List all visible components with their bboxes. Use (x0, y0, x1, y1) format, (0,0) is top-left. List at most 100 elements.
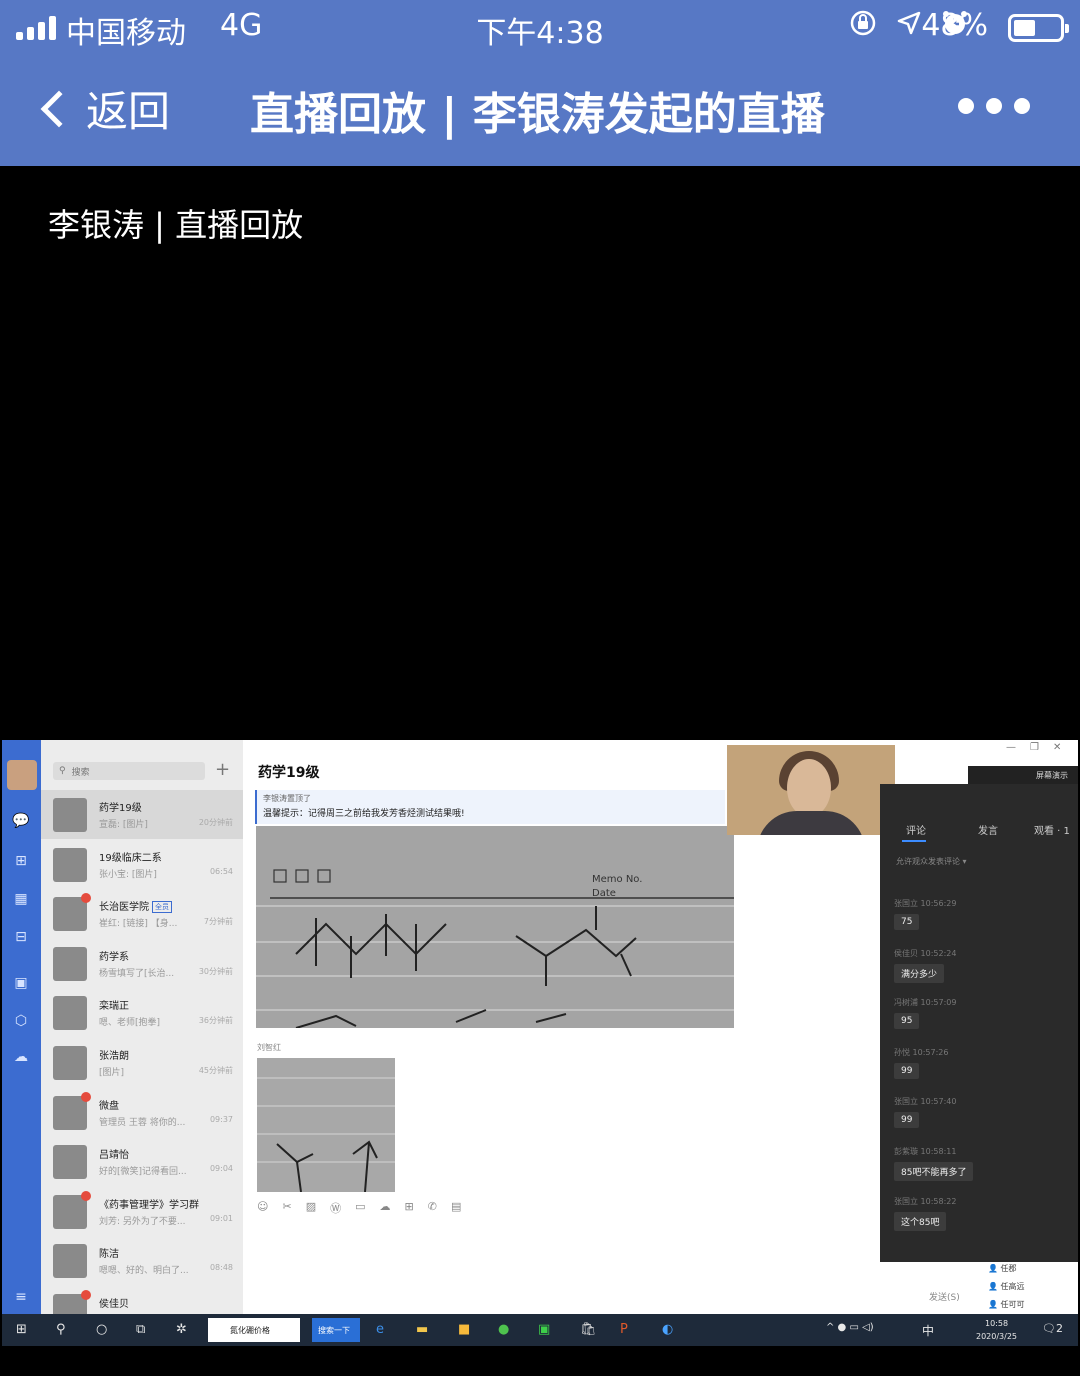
avatar[interactable] (7, 760, 37, 790)
comment-bubble: 满分多少 (894, 963, 945, 983)
tray-icons[interactable]: ^ ● ▭ ◁) (826, 1322, 874, 1333)
apps-icon[interactable]: ⊟ (11, 928, 31, 946)
pinned-by: 李银涛置顶了 (263, 794, 311, 803)
location-icon (894, 8, 924, 38)
search-input[interactable]: ⚲ 搜索 (53, 762, 205, 780)
folder-icon[interactable]: ▭ (355, 1200, 365, 1216)
conversation-item[interactable]: 长治医学院 全员 崔红: [链接] 【身... 7分钟前 (41, 889, 243, 938)
unread-badge (81, 1290, 91, 1300)
search-icon[interactable]: ⚲ (56, 1322, 66, 1337)
notification-icon[interactable]: 🗨2 (1042, 1322, 1063, 1335)
wework-icon[interactable]: ◐ (662, 1322, 673, 1337)
conversation-item[interactable]: 吕靖怡 好的[微笑]记得看回... 09:04 (41, 1137, 243, 1186)
org-chart-icon[interactable]: ⊞ (11, 852, 31, 870)
conversation-time: 36分钟前 (198, 1016, 233, 1026)
word-icon[interactable]: Ⓦ (330, 1200, 341, 1216)
conversation-item[interactable]: 栾瑞正 嗯、老师[抱拳] 36分钟前 (41, 988, 243, 1037)
conversation-name: 侯佳贝 (99, 1299, 129, 1310)
cloud-upload-icon[interactable]: ☁ (380, 1200, 391, 1216)
conversation-item[interactable]: 张浩朗 [图片] 45分钟前 (41, 1038, 243, 1087)
conversation-time: 7分钟前 (203, 917, 233, 927)
phone-icon[interactable]: ✆ (428, 1200, 437, 1216)
cortana-icon[interactable]: ○ (96, 1322, 107, 1337)
close-icon[interactable]: ✕ (1053, 742, 1061, 753)
windows-start-icon[interactable]: ⊞ (16, 1322, 27, 1337)
conversation-item[interactable]: 19级临床二系 张小宝: [图片] 06:54 (41, 840, 243, 889)
send-button[interactable]: 发送(S) (929, 1290, 960, 1303)
message-icon[interactable]: 💬 (11, 812, 31, 830)
comment-item: 张国立 10:56:29 75 (894, 898, 1074, 930)
calendar-icon[interactable]: ▦ (11, 890, 31, 908)
windows-taskbar: ⊞ ⚲ ○ ⧉ ✲ 氮化硼价格 搜索一下 e ▬ ■ ● ▣ 🛍 P ◐ ^ ●… (2, 1314, 1078, 1346)
store-icon[interactable]: 🛍 (580, 1322, 597, 1337)
taskbar-search-box[interactable]: 氮化硼价格 (208, 1318, 300, 1342)
back-button[interactable]: 返回 (36, 78, 170, 139)
image-icon[interactable]: ▨ (306, 1200, 316, 1216)
taskbar-search-text: 氮化硼价格 (230, 1326, 270, 1335)
taskbar-search-button-label: 搜索一下 (318, 1326, 350, 1335)
more-icon[interactable] (958, 98, 1030, 114)
comment-meta: 张国立 10:57:40 (894, 1097, 957, 1107)
shared-screen[interactable]: 💬 ⊞ ▦ ⊟ ▣ ⬡ ☁ ≡ ⚲ 搜索 + 药学19级 宣磊: [图片] 20分钟… (2, 740, 1078, 1346)
conversation-preview: 刘芳: 另外为了不要... (99, 1216, 186, 1227)
chat-image-notebook[interactable]: Memo No. Date (256, 826, 734, 1028)
battery-percent: 48% (921, 8, 988, 43)
menu-icon[interactable]: ≡ (11, 1288, 31, 1306)
live-icon[interactable]: ▤ (451, 1200, 461, 1216)
tab-comments[interactable]: 评论 (906, 822, 926, 837)
add-icon[interactable]: + (215, 759, 230, 780)
taskbar-clock[interactable]: 10:58 2020/3/25 (976, 1317, 1017, 1343)
browser-icon[interactable]: ● (498, 1322, 509, 1337)
conversation-name: 药学19级 (99, 803, 142, 814)
screen-share-bar[interactable]: 屏幕演示 (968, 766, 1078, 784)
conversation-item[interactable]: 药学19级 宣磊: [图片] 20分钟前 (41, 790, 243, 839)
app-icon[interactable]: ■ (458, 1322, 470, 1337)
task-view-icon[interactable]: ⧉ (136, 1322, 145, 1337)
minimize-icon[interactable]: — (1006, 742, 1016, 753)
window-controls: — ❐ ✕ (1006, 742, 1061, 753)
conversation-item[interactable]: 陈洁 嗯嗯、好的、明白了... 08:48 (41, 1236, 243, 1285)
pinned-message[interactable]: 李银涛置顶了 温馨提示：记得周三之前给我发芳香烃测试结果哦! (255, 790, 725, 824)
comment-meta: 冯树浦 10:57:09 (894, 998, 957, 1008)
taskbar-search-button[interactable]: 搜索一下 (312, 1318, 360, 1342)
back-label: 返回 (86, 87, 171, 136)
conversation-name: 长治医学院 全员 (99, 898, 172, 914)
comment-meta: 侯佳贝 10:52:24 (894, 948, 957, 958)
app-pinwheel-icon[interactable]: ✲ (176, 1322, 187, 1337)
cube-icon[interactable]: ⬡ (11, 1012, 31, 1030)
file-explorer-icon[interactable]: ▬ (416, 1322, 428, 1337)
comment-meta: 张国立 10:56:29 (894, 899, 957, 908)
tab-viewers[interactable]: 观看 · 1 (1034, 822, 1070, 837)
avatar (53, 798, 87, 832)
emoji-icon[interactable]: ☺ (257, 1200, 268, 1216)
scissors-icon[interactable]: ✂ (282, 1200, 291, 1216)
restore-icon[interactable]: ❐ (1030, 742, 1039, 753)
conversation-time: 09:37 (209, 1114, 233, 1124)
cloud-icon[interactable]: ☁ (11, 1048, 31, 1066)
apps-icon[interactable]: ⊞ (405, 1200, 414, 1216)
conversation-name: 药学系 (99, 951, 129, 963)
conversation-item[interactable]: 侯佳贝 (41, 1286, 243, 1314)
conversation-preview: 好的[微笑]记得看回... (99, 1167, 187, 1178)
comment-bubble: 99 (894, 1112, 920, 1129)
conversation-name: 张浩朗 (99, 1051, 129, 1062)
powerpoint-icon[interactable]: P (620, 1322, 628, 1337)
conversation-item[interactable]: 《药事管理学》学习群 刘芳: 另外为了不要... 09:01 (41, 1187, 243, 1236)
chat-image-lined-paper[interactable] (257, 1058, 395, 1192)
document-icon[interactable]: ▣ (11, 974, 31, 992)
tab-speak[interactable]: 发言 (978, 822, 998, 837)
iqiyi-icon[interactable]: ▣ (538, 1322, 550, 1337)
conversation-item[interactable]: 微盘 管理员 王蓉 将你的... 09:37 (41, 1088, 243, 1137)
edge-icon[interactable]: e (376, 1322, 384, 1337)
conversation-preview: 嗯嗯、好的、明白了... (99, 1266, 189, 1277)
comment-bubble: 75 (894, 914, 920, 930)
ime-indicator[interactable]: 中 (922, 1322, 934, 1339)
comment-item: 冯树浦 10:57:09 95 (894, 997, 1074, 1030)
rotation-lock-icon (848, 8, 878, 38)
conversation-item[interactable]: 药学系 杨雪填写了[长治... 30分钟前 (41, 939, 243, 988)
unread-badge (81, 1190, 91, 1201)
allow-comments-toggle[interactable]: 允许观众发表评论 ▾ (896, 856, 967, 867)
conversation-name: 栾瑞正 (99, 1001, 129, 1013)
comment-item: 彭紫璇 10:58:11 85吧不能再多了 (894, 1146, 1074, 1181)
comment-tabs: 评论 发言 观看 · 1 (880, 822, 1078, 842)
